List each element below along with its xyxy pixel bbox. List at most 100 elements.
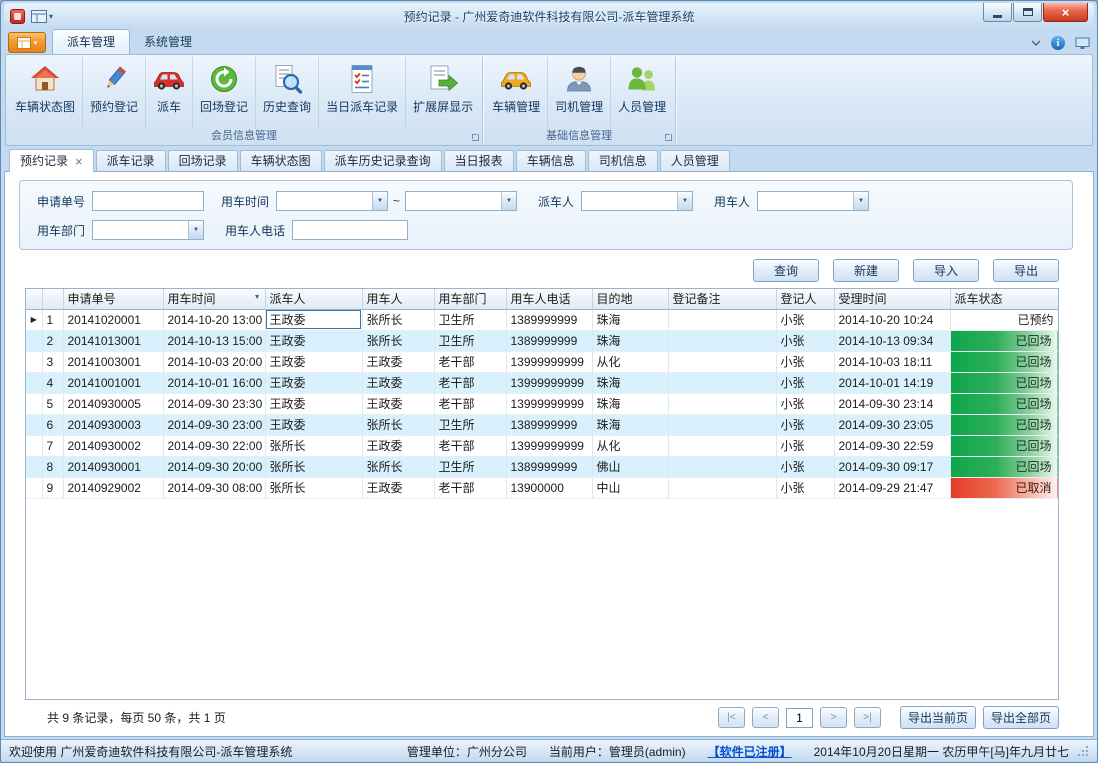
cell-dept[interactable]: 卫生所 xyxy=(434,414,506,435)
cell-remark[interactable] xyxy=(668,456,776,477)
quick-access-icon[interactable] xyxy=(31,10,47,23)
collapse-ribbon-icon[interactable] xyxy=(1031,40,1041,46)
cell-accept-time[interactable]: 2014-10-20 10:24 xyxy=(834,309,950,330)
cell-order-no[interactable]: 20140930003 xyxy=(63,414,163,435)
doc-tab-history-query[interactable]: 派车历史记录查询 xyxy=(324,150,442,171)
cell-phone[interactable]: 13999999999 xyxy=(506,393,592,414)
cell-destination[interactable]: 从化 xyxy=(592,435,668,456)
cell-dispatch-status[interactable]: 已预约 xyxy=(950,309,1058,330)
col-header-registrar[interactable]: 登记人 xyxy=(776,289,834,309)
cell-destination[interactable]: 珠海 xyxy=(592,309,668,330)
dialog-launcher-icon[interactable] xyxy=(665,134,672,141)
cell-phone[interactable]: 13999999999 xyxy=(506,372,592,393)
cell-phone[interactable]: 13999999999 xyxy=(506,351,592,372)
col-header-accept-time[interactable]: 受理时间 xyxy=(834,289,950,309)
cell-registrar[interactable]: 小张 xyxy=(776,435,834,456)
first-page-button[interactable]: |< xyxy=(718,707,745,728)
ribbon-tab-dispatch-management[interactable]: 派车管理 xyxy=(52,29,130,54)
cell-registrar[interactable]: 小张 xyxy=(776,414,834,435)
cell-dept[interactable]: 老干部 xyxy=(434,435,506,456)
cell-phone[interactable]: 13999999999 xyxy=(506,435,592,456)
minimize-button[interactable] xyxy=(983,3,1012,22)
cell-registrar[interactable]: 小张 xyxy=(776,372,834,393)
cell-destination[interactable]: 从化 xyxy=(592,351,668,372)
maximize-button[interactable] xyxy=(1013,3,1042,22)
export-current-page-button[interactable]: 导出当前页 xyxy=(900,706,976,729)
table-row[interactable]: 3 20141003001 2014-10-03 20:00 王政委 王政委 老… xyxy=(26,351,1058,372)
cell-dept[interactable]: 卫生所 xyxy=(434,456,506,477)
row-selector-cell[interactable] xyxy=(26,456,42,477)
page-number-input[interactable] xyxy=(786,708,813,728)
cell-destination[interactable]: 中山 xyxy=(592,477,668,498)
doc-tab-vehicle-status[interactable]: 车辆状态图 xyxy=(240,150,322,171)
cell-dept[interactable]: 老干部 xyxy=(434,351,506,372)
cell-dispatch-status[interactable]: 已取消 xyxy=(950,477,1058,498)
cell-remark[interactable] xyxy=(668,435,776,456)
cell-use-time[interactable]: 2014-09-30 23:30 xyxy=(163,393,265,414)
cell-dispatch-status[interactable]: 已回场 xyxy=(950,372,1058,393)
cell-accept-time[interactable]: 2014-10-03 18:11 xyxy=(834,351,950,372)
cell-dispatcher[interactable]: 张所长 xyxy=(265,477,362,498)
cell-dispatcher[interactable]: 张所长 xyxy=(265,435,362,456)
ribbon-tab-system-management[interactable]: 系统管理 xyxy=(130,30,206,54)
cell-dispatcher[interactable]: 王政委 xyxy=(265,309,362,330)
cell-order-no[interactable]: 20141001001 xyxy=(63,372,163,393)
col-header-order-no[interactable]: 申请单号 xyxy=(63,289,163,309)
cell-user[interactable]: 王政委 xyxy=(362,393,434,414)
cell-user[interactable]: 王政委 xyxy=(362,477,434,498)
doc-tab-return-records[interactable]: 回场记录 xyxy=(168,150,238,171)
cell-order-no[interactable]: 20140930002 xyxy=(63,435,163,456)
cell-user[interactable]: 张所长 xyxy=(362,330,434,351)
new-button[interactable]: 新建 xyxy=(833,259,899,282)
row-selector-cell[interactable] xyxy=(26,435,42,456)
cell-dispatcher[interactable]: 王政委 xyxy=(265,414,362,435)
doc-tab-dispatch-records[interactable]: 派车记录 xyxy=(96,150,166,171)
cell-remark[interactable] xyxy=(668,393,776,414)
cell-destination[interactable]: 佛山 xyxy=(592,456,668,477)
cell-dept[interactable]: 老干部 xyxy=(434,372,506,393)
row-selector-cell[interactable] xyxy=(26,414,42,435)
cell-order-no[interactable]: 20140930001 xyxy=(63,456,163,477)
history-query-button[interactable]: 历史查询 xyxy=(256,57,319,129)
export-button[interactable]: 导出 xyxy=(993,259,1059,282)
row-selector-cell[interactable]: ▶ xyxy=(26,309,42,330)
cell-dispatcher[interactable]: 王政委 xyxy=(265,372,362,393)
reservation-register-button[interactable]: 预约登记 xyxy=(83,57,146,129)
doc-tab-daily-report[interactable]: 当日报表 xyxy=(444,150,514,171)
cell-remark[interactable] xyxy=(668,351,776,372)
table-row[interactable]: 4 20141001001 2014-10-01 16:00 王政委 王政委 老… xyxy=(26,372,1058,393)
cell-order-no[interactable]: 20141013001 xyxy=(63,330,163,351)
extended-screen-button[interactable]: 扩展屏显示 xyxy=(406,57,480,129)
cell-order-no[interactable]: 20140929002 xyxy=(63,477,163,498)
cell-dispatcher[interactable]: 王政委 xyxy=(265,351,362,372)
cell-registrar[interactable]: 小张 xyxy=(776,330,834,351)
cell-use-time[interactable]: 2014-09-30 08:00 xyxy=(163,477,265,498)
cell-registrar[interactable]: 小张 xyxy=(776,393,834,414)
cell-dispatcher[interactable]: 王政委 xyxy=(265,393,362,414)
cell-dispatch-status[interactable]: 已回场 xyxy=(950,435,1058,456)
col-header-dept[interactable]: 用车部门 xyxy=(434,289,506,309)
resize-grip[interactable] xyxy=(1077,745,1089,757)
use-time-from-dropdown[interactable]: ▼ xyxy=(276,191,388,211)
cell-destination[interactable]: 珠海 xyxy=(592,393,668,414)
row-selector-cell[interactable] xyxy=(26,372,42,393)
phone-input[interactable] xyxy=(292,220,408,240)
close-tab-icon[interactable]: × xyxy=(75,155,83,168)
cell-dispatcher[interactable]: 王政委 xyxy=(265,330,362,351)
export-all-pages-button[interactable]: 导出全部页 xyxy=(983,706,1059,729)
quick-access-dropdown-icon[interactable]: ▾ xyxy=(49,12,53,21)
cell-phone[interactable]: 1389999999 xyxy=(506,414,592,435)
next-page-button[interactable]: > xyxy=(820,707,847,728)
order-no-input[interactable] xyxy=(92,191,204,211)
cell-dispatch-status[interactable]: 已回场 xyxy=(950,330,1058,351)
last-page-button[interactable]: >| xyxy=(854,707,881,728)
cell-registrar[interactable]: 小张 xyxy=(776,351,834,372)
sort-indicator-icon[interactable]: ▼ xyxy=(254,294,261,301)
use-time-to-dropdown[interactable]: ▼ xyxy=(405,191,517,211)
personnel-manage-button[interactable]: 人员管理 xyxy=(611,57,673,129)
cell-remark[interactable] xyxy=(668,477,776,498)
col-header-phone[interactable]: 用车人电话 xyxy=(506,289,592,309)
doc-tab-vehicle-info[interactable]: 车辆信息 xyxy=(516,150,586,171)
cell-user[interactable]: 张所长 xyxy=(362,456,434,477)
col-header-dispatcher[interactable]: 派车人 xyxy=(265,289,362,309)
